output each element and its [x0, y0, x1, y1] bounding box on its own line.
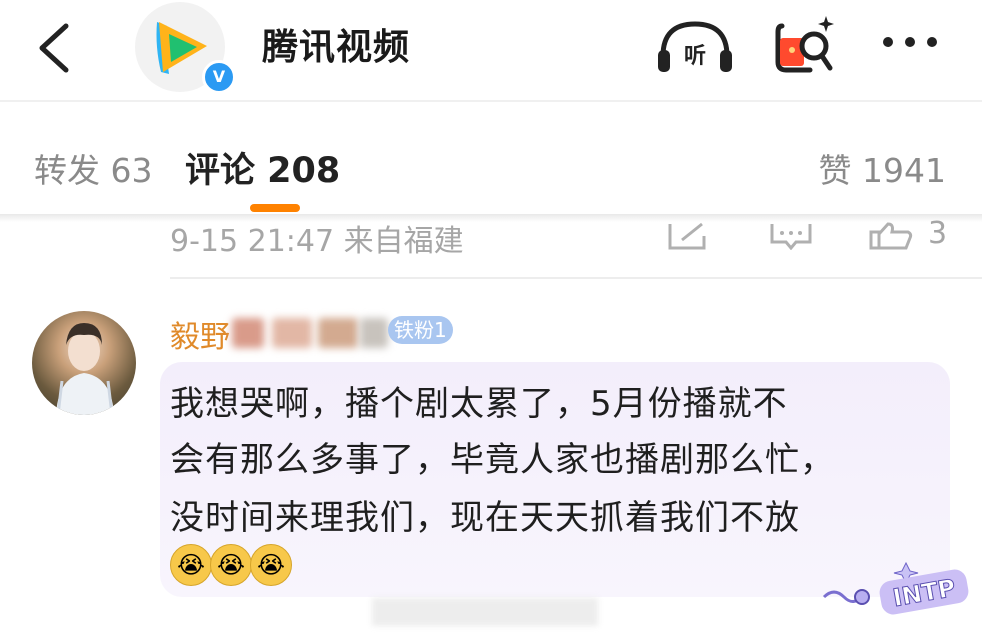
verified-badge-icon: V: [202, 60, 236, 94]
comment-text-line-2: 会有那么多事了，毕竟人家也播剧那么忙，: [170, 440, 835, 480]
tab-repost[interactable]: 转发 63: [34, 144, 152, 192]
username-redacted: [232, 318, 264, 348]
comment-divider: [170, 277, 982, 279]
comment-username[interactable]: 毅野: [170, 312, 230, 356]
active-tab-indicator: [250, 204, 300, 212]
comment-time-location: 9-15 21:47 来自福建: [170, 224, 464, 259]
comment-text-line-3: 没时间来理我们，现在天天抓着我们不放: [170, 498, 800, 538]
tab-bar: 转发 63 评论 208 赞 1941: [0, 102, 982, 220]
footer-redacted: [372, 598, 598, 626]
comment-text-line-1: 我想哭啊，播个剧太累了，5月份播就不: [170, 384, 788, 424]
tab-comment[interactable]: 评论 208: [185, 142, 340, 193]
account-title[interactable]: 腾讯视频: [262, 18, 410, 70]
repost-edit-icon[interactable]: [664, 222, 710, 250]
username-redacted: [272, 318, 312, 348]
top-bar: V 腾讯视频 听: [0, 0, 982, 100]
prev-like-count: 3: [928, 216, 948, 251]
username-redacted: [318, 318, 358, 348]
tab-like[interactable]: 赞 1941: [819, 144, 946, 192]
crying-emoji-icon: 😭: [250, 544, 292, 586]
listen-headphones-icon[interactable]: 听: [655, 16, 735, 76]
crying-emoji-icon: 😭: [170, 544, 212, 586]
tab-shadow: [0, 214, 982, 222]
more-options-icon[interactable]: [880, 30, 940, 54]
avatar-portrait-icon: [56, 323, 114, 415]
crying-emoji-icon: 😭: [210, 544, 252, 586]
intp-sticker-watermark: INTP: [822, 561, 969, 615]
red-packet-search-icon[interactable]: [770, 12, 840, 78]
prev-comment-meta-row: 9-15 21:47 来自福建 3: [0, 216, 982, 277]
like-thumb-icon[interactable]: [868, 222, 916, 250]
listen-label: 听: [684, 44, 706, 69]
avatar[interactable]: [32, 311, 136, 415]
fans-badge: 铁粉1: [388, 316, 453, 344]
comment-icon[interactable]: [768, 222, 814, 250]
username-redacted: [360, 318, 388, 348]
back-arrow-icon[interactable]: [30, 18, 80, 78]
